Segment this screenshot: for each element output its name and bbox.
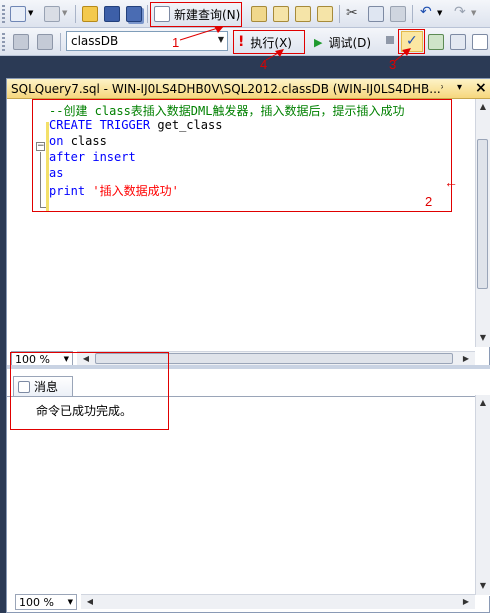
results-to-text-icon[interactable] [472, 34, 488, 50]
annotation-arrow-2: ← [444, 174, 458, 190]
dropdown-arrow-icon[interactable]: ▼ [28, 9, 33, 17]
save-all-icon[interactable] [126, 6, 142, 22]
toolbar-grip[interactable] [2, 33, 5, 51]
results-zoom-select[interactable]: 100 % ▼ [15, 594, 77, 610]
analysis-services-dmx-icon[interactable] [295, 6, 311, 22]
document-tab-title: SQLQuery7.sql - WIN-IJ0LS4DHB0V\SQL2012.… [11, 82, 443, 96]
close-icon[interactable]: × [475, 80, 487, 96]
annotation-arrow-4 [265, 49, 284, 61]
editor-vertical-scrollbar[interactable]: ▲ ▼ [475, 99, 490, 347]
scroll-down-icon[interactable]: ▼ [476, 579, 490, 593]
paste-icon[interactable] [390, 6, 406, 22]
display-estimated-plan-icon[interactable] [428, 34, 444, 50]
separator [339, 5, 340, 23]
scroll-right-icon[interactable]: ▶ [459, 595, 473, 609]
results-horizontal-scrollbar[interactable]: ◀ ▶ [81, 594, 475, 609]
scroll-left-icon[interactable]: ◀ [83, 595, 97, 609]
save-icon[interactable] [104, 6, 120, 22]
annotation-box-results [10, 352, 169, 430]
add-item-icon[interactable] [44, 6, 60, 22]
play-icon: ▶ [314, 35, 323, 49]
debug-label: 调试(D) [328, 35, 372, 50]
analysis-services-mdx-icon[interactable] [273, 6, 289, 22]
debug-button[interactable]: ▶ 调试(D) [314, 31, 371, 53]
document-tab[interactable]: SQLQuery7.sql - WIN-IJ0LS4DHB0V\SQL2012.… [7, 79, 490, 99]
annotation-arrow-3 [394, 48, 411, 62]
query-options-icon[interactable] [450, 34, 466, 50]
cancel-query-icon[interactable] [386, 36, 394, 44]
database-select-value: classDB [71, 34, 119, 48]
annotation-2: 2 [425, 194, 433, 209]
dropdown-arrow-icon[interactable]: ▼ [62, 9, 67, 17]
results-zoom-value: 100 % [19, 596, 54, 609]
scroll-up-icon[interactable]: ▲ [476, 396, 490, 410]
copy-icon[interactable] [368, 6, 384, 22]
separator [412, 5, 413, 23]
new-project-icon[interactable] [10, 6, 26, 22]
annotation-box-2 [32, 99, 452, 212]
database-engine-query-icon[interactable] [251, 6, 267, 22]
connect-icon[interactable] [13, 34, 29, 50]
analysis-services-xmla-icon[interactable] [317, 6, 333, 22]
annotation-arrow-1 [179, 26, 224, 41]
cut-icon[interactable]: ✂ [346, 5, 358, 21]
undo-icon[interactable]: ↶ [420, 4, 432, 20]
chevron-down-icon: ▼ [67, 598, 73, 606]
separator [147, 5, 148, 23]
dropdown-arrow-icon[interactable]: ▼ [437, 9, 442, 17]
scrollbar-thumb[interactable] [477, 139, 488, 289]
separator [75, 5, 76, 23]
open-folder-icon[interactable] [82, 6, 98, 22]
separator [60, 33, 61, 51]
results-vertical-scrollbar[interactable]: ▲ ▼ [475, 395, 490, 595]
toolbar-grip[interactable] [2, 5, 5, 23]
scroll-down-icon[interactable]: ▼ [476, 331, 490, 345]
tab-dropdown-icon[interactable]: ▾ [457, 82, 462, 93]
dropdown-arrow-icon[interactable]: ▼ [471, 9, 476, 17]
scroll-up-icon[interactable]: ▲ [476, 100, 490, 114]
redo-icon[interactable]: ↷ [454, 4, 466, 20]
change-connection-icon[interactable] [37, 34, 53, 50]
standard-toolbar: ▼ ▼ 新建查询(N) ✂ ↶ ▼ ↷ ▼ [0, 0, 490, 28]
scroll-right-icon[interactable]: ▶ [459, 352, 473, 366]
